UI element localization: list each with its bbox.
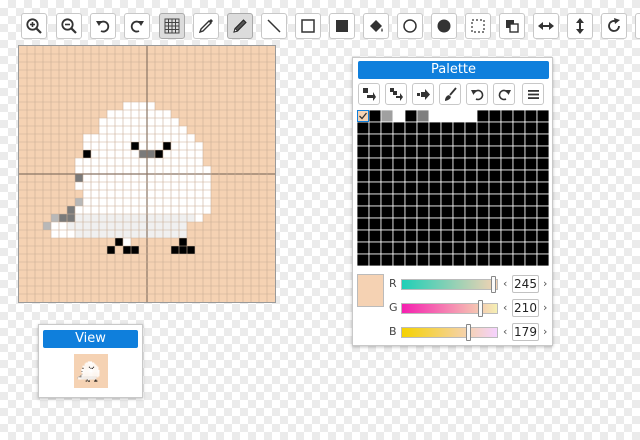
- flip-horizontal-button[interactable]: [533, 13, 559, 39]
- palette-swatch-grid[interactable]: [357, 110, 549, 270]
- palette-undo-button[interactable]: [466, 83, 488, 105]
- zoom-out-icon: [61, 18, 77, 34]
- arrow-right-icon: [416, 88, 430, 100]
- line-tool-button[interactable]: [261, 13, 287, 39]
- zoom-in-icon: [26, 18, 42, 34]
- pencil-icon: [233, 19, 247, 33]
- palette-brush-button[interactable]: [439, 83, 461, 105]
- ellipse-tool-button[interactable]: [397, 13, 423, 39]
- current-color-preview: [357, 274, 384, 307]
- rectangle-filled-icon: [336, 20, 348, 32]
- palette-next-button[interactable]: [412, 83, 434, 105]
- red-increment-button[interactable]: ›: [543, 277, 547, 290]
- ellipse-filled-icon: [437, 19, 451, 33]
- rotate-button[interactable]: [601, 13, 627, 39]
- view-panel: View: [38, 324, 143, 398]
- flip-vertical-icon: [576, 18, 584, 34]
- filled-rectangle-tool-button[interactable]: [329, 13, 355, 39]
- redo-icon: [498, 89, 511, 100]
- flip-vertical-button[interactable]: [567, 13, 593, 39]
- eyedropper-button[interactable]: [193, 13, 219, 39]
- view-panel-title[interactable]: View: [43, 330, 138, 348]
- blue-increment-button[interactable]: ›: [543, 325, 547, 338]
- palette-menu-button[interactable]: [522, 83, 544, 105]
- shift-selection-icon: [389, 87, 403, 101]
- red-slider-thumb[interactable]: [491, 276, 497, 293]
- rectangle-outline-icon: [301, 19, 315, 33]
- select-tool-button[interactable]: [465, 13, 491, 39]
- red-value-input[interactable]: 245: [512, 275, 539, 293]
- palette-panel-title[interactable]: Palette: [358, 61, 549, 79]
- eyedropper-icon: [198, 19, 213, 34]
- filled-ellipse-tool-button[interactable]: [431, 13, 457, 39]
- pixel-art[interactable]: [19, 46, 275, 302]
- flip-horizontal-icon: [538, 22, 554, 30]
- view-preview-thumbnail: [74, 354, 108, 388]
- green-increment-button[interactable]: ›: [543, 301, 547, 314]
- ellipse-outline-icon: [403, 19, 417, 33]
- undo-icon: [96, 20, 110, 33]
- blue-decrement-button[interactable]: ‹: [503, 325, 507, 338]
- menu-icon: [527, 89, 539, 99]
- move-selection-icon: [362, 87, 376, 101]
- green-slider-thumb[interactable]: [477, 300, 483, 317]
- line-icon: [267, 19, 281, 33]
- redo-button[interactable]: [124, 13, 150, 39]
- red-decrement-button[interactable]: ‹: [503, 277, 507, 290]
- red-channel-label: R: [389, 277, 397, 290]
- grid-toggle-button[interactable]: [159, 13, 185, 39]
- grid-icon: [164, 18, 180, 34]
- main-toolbar: [0, 10, 640, 42]
- undo-button[interactable]: [90, 13, 116, 39]
- palette-redo-button[interactable]: [493, 83, 515, 105]
- palette-shift-button[interactable]: [385, 83, 407, 105]
- blue-channel-label: B: [389, 325, 397, 338]
- zoom-out-button[interactable]: [56, 13, 82, 39]
- select-icon: [471, 19, 485, 33]
- zoom-in-button[interactable]: [21, 13, 47, 39]
- green-channel-row: G ‹ 210 ›: [387, 299, 553, 317]
- green-value-input[interactable]: 210: [512, 299, 539, 317]
- green-decrement-button[interactable]: ‹: [503, 301, 507, 314]
- blue-value-input[interactable]: 179: [512, 323, 539, 341]
- rotate-icon: [608, 18, 620, 32]
- rectangle-tool-button[interactable]: [295, 13, 321, 39]
- brush-icon: [444, 86, 457, 101]
- fill-bucket-icon: [370, 20, 383, 32]
- palette-move-button[interactable]: [358, 83, 380, 105]
- drawing-canvas[interactable]: [18, 45, 276, 303]
- copy-button[interactable]: [499, 13, 525, 39]
- undo-icon: [470, 89, 483, 100]
- palette-panel: Palette R ‹ 245 › G ‹ 210 › B ‹ 179 ›: [352, 57, 553, 346]
- pencil-button[interactable]: [227, 13, 253, 39]
- blue-slider-track[interactable]: [401, 327, 498, 338]
- green-slider-track[interactable]: [401, 303, 498, 314]
- red-slider-track[interactable]: [401, 279, 498, 290]
- green-channel-label: G: [389, 301, 398, 314]
- red-channel-row: R ‹ 245 ›: [387, 275, 553, 293]
- fill-tool-button[interactable]: [363, 13, 389, 39]
- blue-channel-row: B ‹ 179 ›: [387, 323, 553, 341]
- redo-icon: [130, 20, 144, 33]
- blue-slider-thumb[interactable]: [466, 324, 472, 341]
- copy-icon: [506, 20, 519, 33]
- more-tools-button[interactable]: [635, 13, 640, 39]
